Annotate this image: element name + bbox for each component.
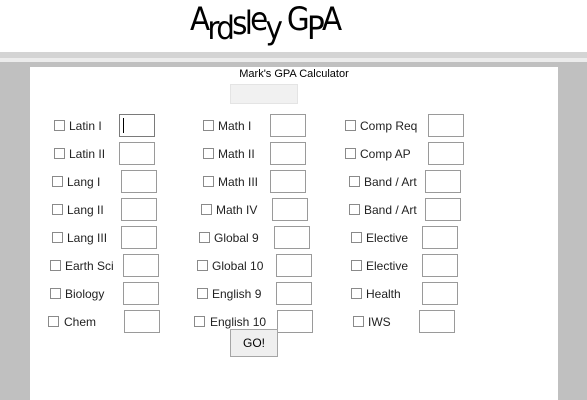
course-label: Elective — [366, 259, 409, 273]
course-label: Comp AP — [360, 147, 411, 161]
course-checkbox[interactable] — [351, 260, 362, 271]
course-checkbox[interactable] — [197, 288, 208, 299]
course-checkbox[interactable] — [50, 288, 61, 299]
course-checkbox[interactable] — [203, 148, 214, 159]
course-label: Lang III — [67, 231, 108, 245]
calculator-title: Mark's GPA Calculator — [239, 68, 349, 80]
course-checkbox[interactable] — [345, 120, 356, 131]
course-checkbox[interactable] — [349, 176, 360, 187]
course-label: Health — [366, 287, 401, 301]
course-checkbox[interactable] — [197, 260, 208, 271]
course-checkbox[interactable] — [52, 232, 63, 243]
grade-input[interactable] — [121, 226, 157, 249]
course-checkbox[interactable] — [351, 232, 362, 243]
grade-input[interactable] — [123, 254, 159, 277]
course-label: Latin I — [69, 119, 102, 133]
course-label: English 9 — [212, 287, 262, 301]
grade-input[interactable] — [422, 226, 458, 249]
course-checkbox[interactable] — [48, 316, 59, 327]
course-checkbox[interactable] — [54, 120, 65, 131]
course-row: Lang II Math IV Band / Art — [30, 198, 558, 222]
grade-input[interactable] — [119, 142, 155, 165]
grade-input[interactable] — [428, 142, 464, 165]
calculator-panel: Mark's GPA Calculator Latin I Math I Com… — [30, 67, 558, 400]
grade-input[interactable] — [123, 282, 159, 305]
course-label: Earth Sci — [65, 259, 114, 273]
name-field[interactable] — [230, 84, 298, 104]
grade-input[interactable] — [270, 170, 306, 193]
grade-input[interactable] — [124, 310, 160, 333]
course-checkbox[interactable] — [52, 176, 63, 187]
grade-input[interactable] — [276, 254, 312, 277]
course-row: Latin I Math I Comp Req — [30, 114, 558, 138]
course-row: Earth Sci Global 10 Elective — [30, 254, 558, 278]
course-label: Lang II — [67, 203, 104, 217]
grade-input[interactable] — [276, 282, 312, 305]
grade-input[interactable] — [425, 170, 461, 193]
course-label: Chem — [64, 315, 97, 329]
course-label: Math II — [218, 147, 255, 161]
course-checkbox[interactable] — [353, 316, 364, 327]
course-row: Chem English 10 IWS — [30, 310, 558, 334]
grade-input[interactable] — [272, 198, 308, 221]
site-logo: Ardsley GPA — [190, 0, 342, 47]
grade-input[interactable] — [121, 170, 157, 193]
grade-input[interactable] — [419, 310, 455, 333]
grade-input[interactable] — [119, 114, 155, 137]
course-checkbox[interactable] — [203, 176, 214, 187]
course-label: Global 9 — [214, 231, 259, 245]
grade-input[interactable] — [270, 142, 306, 165]
course-label: Elective — [366, 231, 409, 245]
course-label: Latin II — [69, 147, 106, 161]
course-checkbox[interactable] — [345, 148, 356, 159]
course-label: Math III — [218, 175, 259, 189]
course-checkbox[interactable] — [54, 148, 65, 159]
course-row: Biology English 9 Health — [30, 282, 558, 306]
course-checkbox[interactable] — [52, 204, 63, 215]
header-divider-light — [0, 58, 587, 62]
header: Ardsley GPA — [0, 0, 587, 52]
course-label: Band / Art — [364, 203, 417, 217]
go-button[interactable]: GO! — [230, 329, 278, 357]
course-checkbox[interactable] — [349, 204, 360, 215]
course-label: Lang I — [67, 175, 101, 189]
grade-input[interactable] — [121, 198, 157, 221]
course-checkbox[interactable] — [351, 288, 362, 299]
course-label: English 10 — [210, 315, 267, 329]
grade-input[interactable] — [425, 198, 461, 221]
course-label: Comp Req — [360, 119, 418, 133]
course-checkbox[interactable] — [194, 316, 205, 327]
grade-input[interactable] — [422, 254, 458, 277]
course-label: Band / Art — [364, 175, 417, 189]
course-checkbox[interactable] — [201, 204, 212, 215]
text-cursor — [123, 118, 124, 133]
course-checkbox[interactable] — [199, 232, 210, 243]
course-label: Biology — [65, 287, 105, 301]
course-row: Lang I Math III Band / Art — [30, 170, 558, 194]
course-label: Math IV — [216, 203, 258, 217]
course-row: Lang III Global 9 Elective — [30, 226, 558, 250]
course-label: IWS — [368, 315, 391, 329]
course-row: Latin II Math II Comp AP — [30, 142, 558, 166]
grade-input[interactable] — [422, 282, 458, 305]
course-checkbox[interactable] — [203, 120, 214, 131]
grade-input[interactable] — [274, 226, 310, 249]
grade-input[interactable] — [428, 114, 464, 137]
course-checkbox[interactable] — [50, 260, 61, 271]
course-label: Global 10 — [212, 259, 264, 273]
grade-input[interactable] — [270, 114, 306, 137]
course-label: Math I — [218, 119, 252, 133]
grade-input[interactable] — [277, 310, 313, 333]
